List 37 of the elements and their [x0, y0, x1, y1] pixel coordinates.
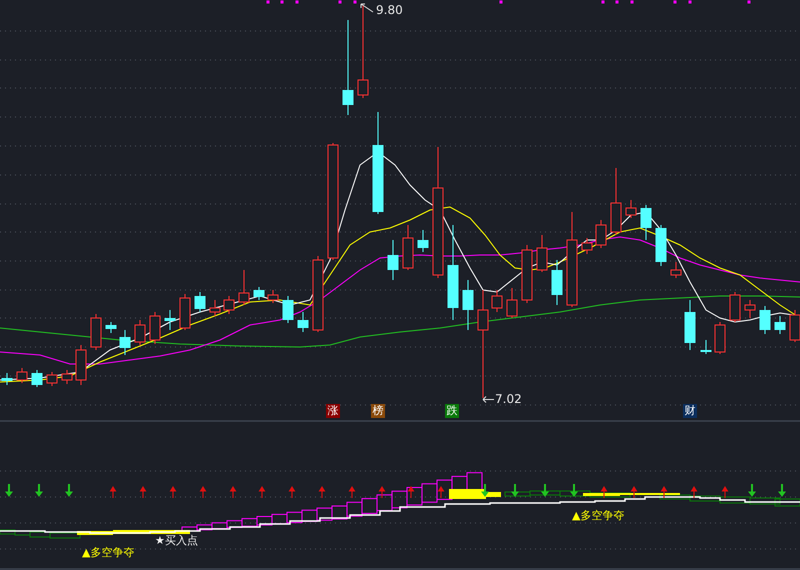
down-arrow-icon — [570, 484, 578, 497]
event-marker: 财 — [683, 404, 697, 418]
pointer-arrow-icon — [360, 3, 374, 15]
high-price-label: 9.80 — [376, 3, 403, 17]
down-arrow-icon — [481, 484, 489, 497]
down-arrow-icon — [541, 484, 549, 497]
up-arrow-icon — [258, 486, 266, 498]
up-arrow-icon — [630, 486, 638, 498]
down-arrow-icon — [35, 484, 43, 497]
up-arrow-icon — [288, 486, 296, 498]
signal-label: ▲多空争夺 — [82, 546, 134, 560]
down-arrow-icon — [748, 484, 756, 497]
up-arrow-icon — [600, 486, 608, 498]
up-arrow-icon — [438, 486, 444, 498]
down-arrow-icon — [65, 484, 73, 497]
left-arrow-icon — [482, 395, 495, 404]
up-arrow-icon — [722, 486, 728, 498]
event-marker: 涨 — [326, 404, 340, 418]
event-marker: 榜 — [371, 404, 385, 418]
up-arrow-icon — [170, 486, 176, 498]
signal-label: ▲多空争夺 — [572, 509, 624, 523]
up-arrow-icon — [200, 486, 206, 498]
down-arrow-icon — [778, 484, 786, 497]
signal-label: ★买入点 — [155, 534, 198, 548]
up-arrow-icon — [348, 486, 356, 498]
up-arrow-icon — [660, 486, 668, 498]
up-arrow-icon — [318, 486, 326, 498]
event-marker: 跌 — [445, 404, 459, 418]
up-arrow-icon — [230, 486, 236, 498]
up-arrow-icon — [408, 486, 414, 498]
low-price-label: 7.02 — [495, 392, 522, 406]
down-arrow-icon — [5, 484, 13, 497]
up-arrow-icon — [690, 486, 698, 498]
down-arrow-icon — [511, 484, 519, 497]
up-arrow-icon — [140, 486, 146, 498]
up-arrow-icon — [110, 486, 116, 498]
up-arrow-icon — [378, 486, 386, 498]
